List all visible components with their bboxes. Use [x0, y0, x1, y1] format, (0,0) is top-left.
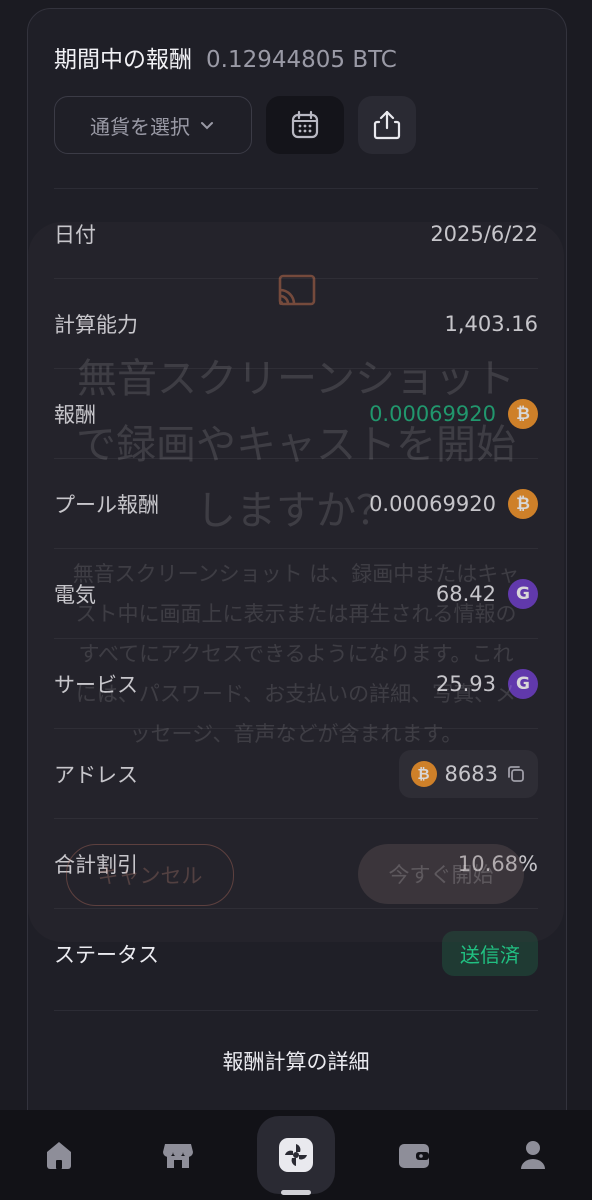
bitcoin-icon: ₿	[410, 760, 437, 787]
service-label: サービス	[54, 672, 138, 697]
status-label: ステータス	[54, 942, 159, 967]
pool-reward-label: プール報酬	[54, 492, 159, 517]
share-icon	[373, 110, 401, 140]
row-pool-reward: プール報酬 0.00069920 ₿	[54, 458, 538, 548]
bitcoin-icon: ₿	[508, 398, 538, 429]
service-value-group: 25.93 G	[435, 668, 538, 699]
reward-label: 報酬	[54, 402, 96, 427]
row-status: ステータス 送信済	[54, 908, 538, 998]
row-date: 日付 2025/6/22	[54, 188, 538, 278]
profile-icon	[520, 1141, 545, 1169]
bitcoin-icon: ₿	[508, 488, 538, 519]
discount-label: 合計割引	[54, 852, 138, 877]
chevron-down-icon	[201, 122, 213, 130]
store-icon	[162, 1144, 193, 1168]
electricity-value: 68.42	[435, 581, 496, 606]
pool-reward-value-group: 0.00069920 ₿	[369, 488, 538, 519]
token-icon: G	[508, 668, 538, 699]
nav-store[interactable]	[139, 1116, 217, 1194]
pool-reward-value: 0.00069920	[369, 491, 496, 516]
hashrate-label: 計算能力	[54, 312, 138, 337]
nav-profile[interactable]	[494, 1116, 572, 1194]
row-discount: 合計割引 10.68%	[54, 818, 538, 908]
electricity-value-group: 68.42 G	[435, 578, 538, 609]
service-value: 25.93	[435, 671, 496, 696]
total-reward: 0.12944805 BTC	[206, 47, 397, 73]
currency-select-label: 通貨を選択	[90, 114, 190, 139]
row-hashrate: 計算能力 1,403.16	[54, 278, 538, 368]
reward-value-group: 0.00069920 ₿	[369, 398, 538, 429]
row-electricity: 電気 68.42 G	[54, 548, 538, 638]
share-button[interactable]	[358, 96, 416, 154]
home-icon	[47, 1142, 72, 1169]
calendar-button[interactable]	[266, 96, 344, 154]
currency-select[interactable]: 通貨を選択	[54, 96, 252, 154]
row-address: アドレス ₿ 8683	[54, 728, 538, 818]
reward-detail-list: 日付 2025/6/22 計算能力 1,403.16 報酬 0.00069920…	[54, 188, 538, 998]
row-service: サービス 25.93 G	[54, 638, 538, 728]
row-reward: 報酬 0.00069920 ₿	[54, 368, 538, 458]
reward-header: 期間中の報酬 0.12944805 BTC	[54, 40, 397, 74]
address-value: 8683	[444, 761, 498, 786]
date-label: 日付	[54, 222, 96, 247]
wallet-icon	[399, 1144, 430, 1168]
copy-icon[interactable]	[506, 764, 526, 784]
status-badge: 送信済	[442, 931, 538, 976]
reward-value: 0.00069920	[369, 401, 496, 426]
toolbar: 通貨を選択	[54, 96, 416, 154]
page-title: 期間中の報酬	[54, 47, 192, 73]
date-value: 2025/6/22	[430, 221, 538, 246]
address-chip[interactable]: ₿ 8683	[398, 749, 538, 798]
address-label: アドレス	[54, 762, 138, 787]
nav-wallet[interactable]	[375, 1116, 453, 1194]
hashrate-value: 1,403.16	[444, 311, 538, 336]
bottom-navigation	[0, 1110, 592, 1200]
nav-home[interactable]	[20, 1116, 98, 1194]
reward-calculation-details-link[interactable]: 報酬計算の詳細	[54, 1010, 538, 1111]
token-icon: G	[508, 578, 538, 609]
calendar-icon	[291, 110, 319, 139]
electricity-label: 電気	[54, 582, 96, 607]
home-indicator	[281, 1190, 311, 1195]
nav-mining[interactable]	[256, 1116, 335, 1194]
discount-value: 10.68%	[457, 851, 538, 876]
fan-icon	[278, 1138, 313, 1172]
rewards-page: 期間中の報酬 0.12944805 BTC 通貨を選択 日付 2025/6/22…	[0, 0, 592, 1200]
